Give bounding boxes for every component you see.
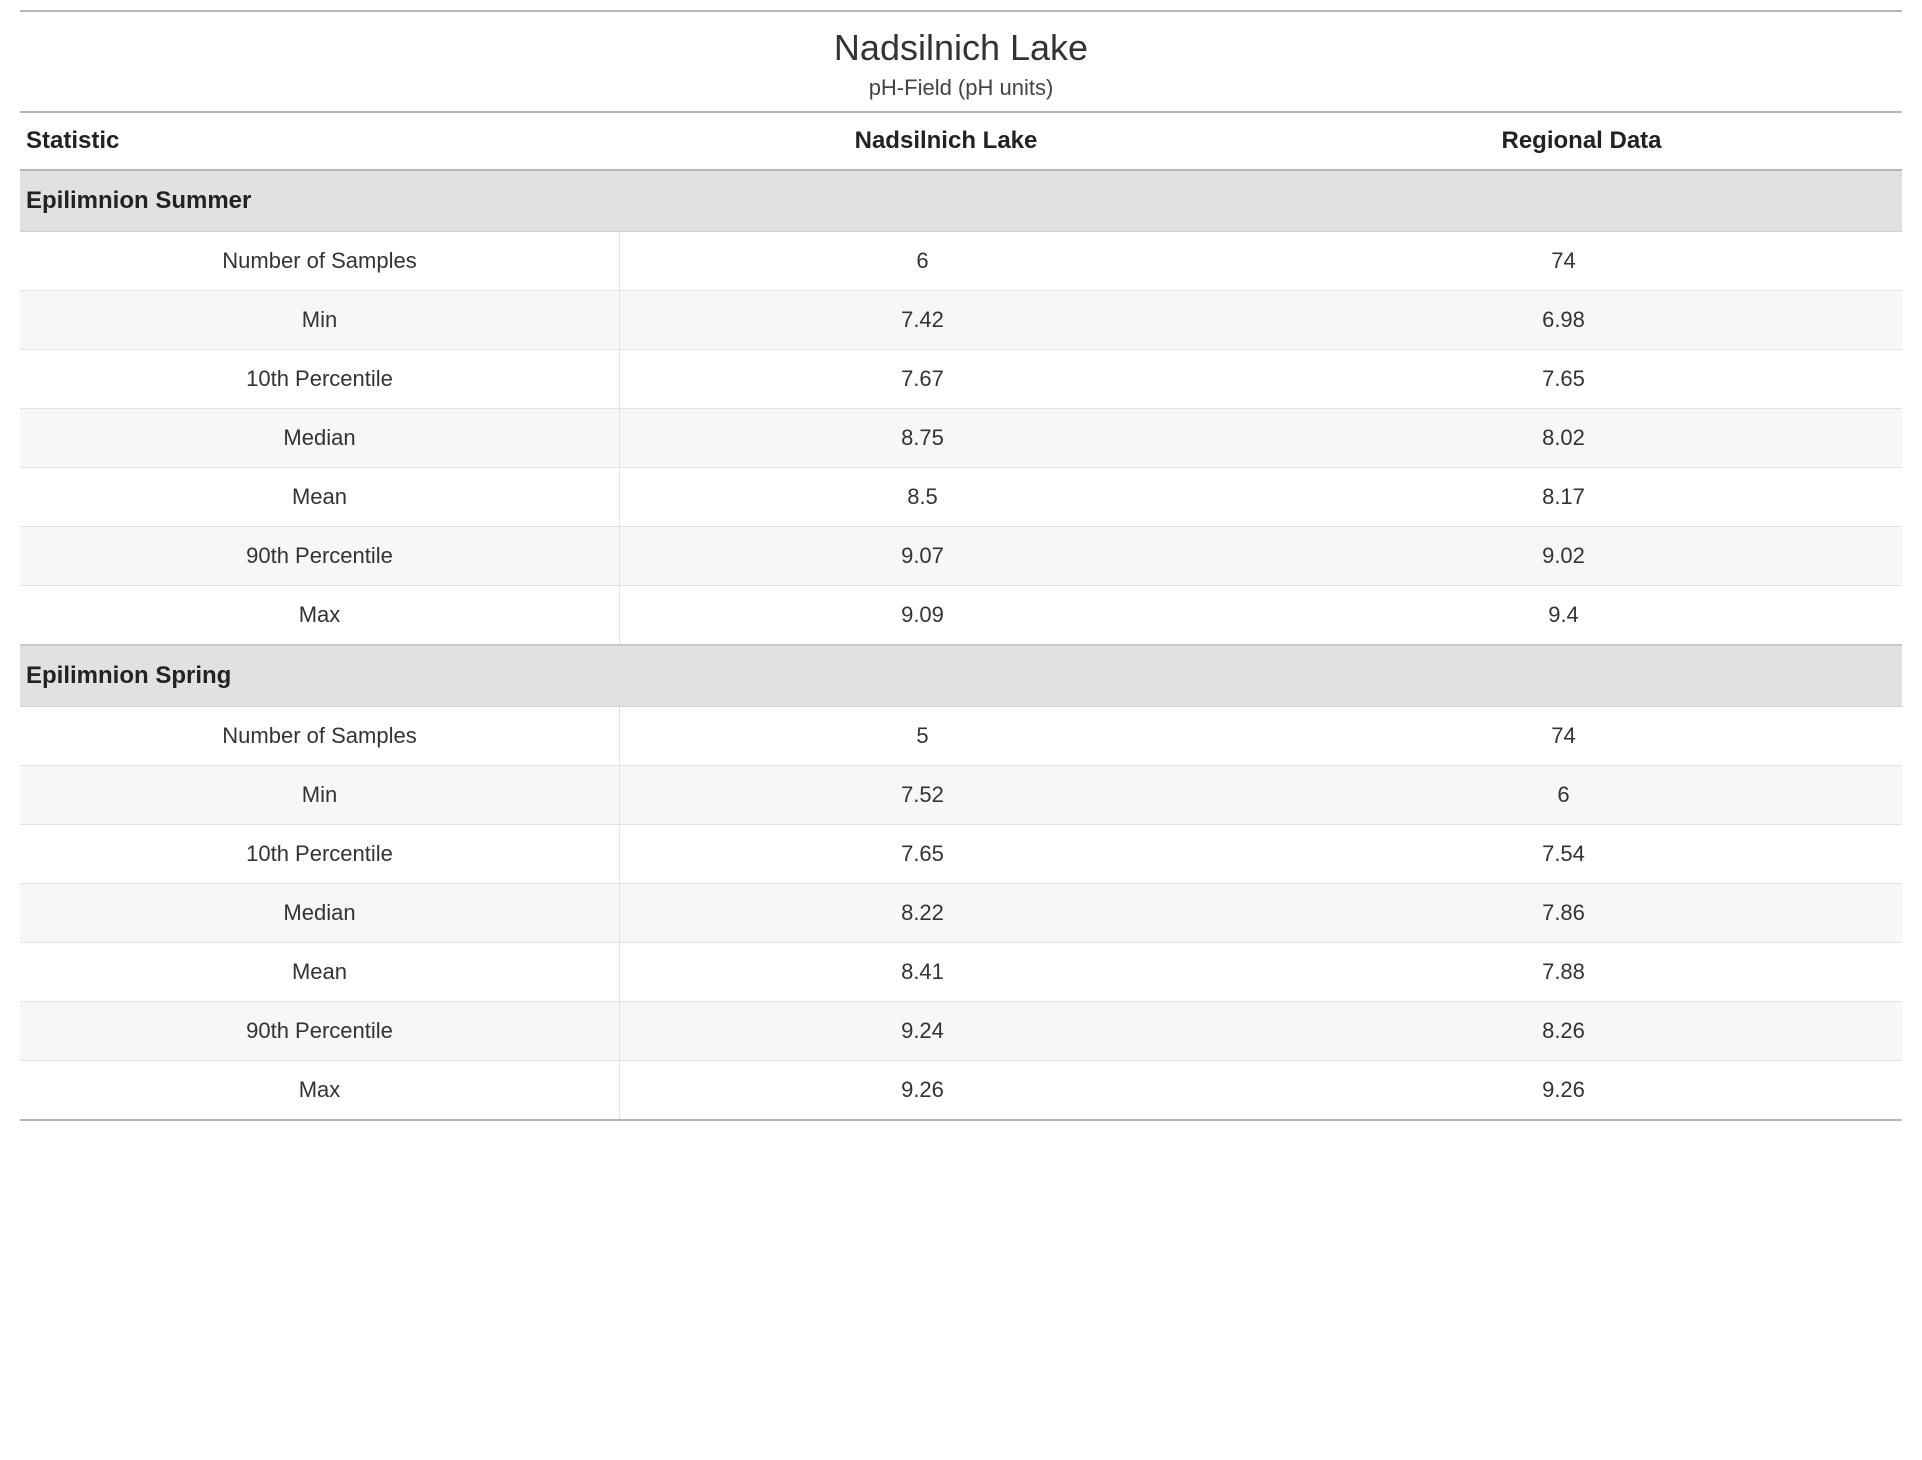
cell-statistic: Min [20, 291, 620, 349]
table-row: Mean 8.41 7.88 [20, 943, 1902, 1002]
cell-lake: 9.26 [620, 1061, 1225, 1119]
cell-regional: 6.98 [1225, 291, 1902, 349]
table-row: 10th Percentile 7.67 7.65 [20, 350, 1902, 409]
cell-lake: 9.24 [620, 1002, 1225, 1060]
cell-regional: 8.26 [1225, 1002, 1902, 1060]
col-header-lake: Nadsilnich Lake [631, 113, 1261, 169]
cell-regional: 7.65 [1225, 350, 1902, 408]
table-row: 90th Percentile 9.07 9.02 [20, 527, 1902, 586]
cell-regional: 7.54 [1225, 825, 1902, 883]
cell-statistic: Max [20, 1061, 620, 1119]
stats-table: Nadsilnich Lake pH-Field (pH units) Stat… [20, 10, 1902, 1121]
cell-statistic: Number of Samples [20, 232, 620, 290]
cell-lake: 6 [620, 232, 1225, 290]
table-title: Nadsilnich Lake [20, 26, 1902, 69]
cell-lake: 9.09 [620, 586, 1225, 644]
cell-regional: 74 [1225, 232, 1902, 290]
cell-regional: 6 [1225, 766, 1902, 824]
table-row: Number of Samples 5 74 [20, 707, 1902, 766]
cell-statistic: Median [20, 884, 620, 942]
cell-statistic: Mean [20, 468, 620, 526]
table-row: Median 8.75 8.02 [20, 409, 1902, 468]
cell-statistic: Number of Samples [20, 707, 620, 765]
cell-lake: 9.07 [620, 527, 1225, 585]
cell-lake: 8.5 [620, 468, 1225, 526]
table-row: Max 9.26 9.26 [20, 1061, 1902, 1119]
cell-statistic: 10th Percentile [20, 825, 620, 883]
col-header-statistic: Statistic [20, 113, 631, 169]
cell-regional: 8.02 [1225, 409, 1902, 467]
cell-lake: 7.42 [620, 291, 1225, 349]
cell-regional: 74 [1225, 707, 1902, 765]
col-header-regional: Regional Data [1261, 113, 1902, 169]
cell-statistic: Mean [20, 943, 620, 1001]
cell-statistic: 10th Percentile [20, 350, 620, 408]
cell-lake: 8.22 [620, 884, 1225, 942]
table-subtitle: pH-Field (pH units) [20, 75, 1902, 101]
cell-statistic: Max [20, 586, 620, 644]
cell-lake: 8.75 [620, 409, 1225, 467]
column-header-row: Statistic Nadsilnich Lake Regional Data [20, 111, 1902, 171]
cell-regional: 9.02 [1225, 527, 1902, 585]
table-row: Min 7.42 6.98 [20, 291, 1902, 350]
table-row: Mean 8.5 8.17 [20, 468, 1902, 527]
cell-regional: 9.4 [1225, 586, 1902, 644]
table-row: Number of Samples 6 74 [20, 232, 1902, 291]
table-row: 90th Percentile 9.24 8.26 [20, 1002, 1902, 1061]
cell-regional: 9.26 [1225, 1061, 1902, 1119]
table-row: Median 8.22 7.86 [20, 884, 1902, 943]
cell-lake: 7.65 [620, 825, 1225, 883]
table-row: 10th Percentile 7.65 7.54 [20, 825, 1902, 884]
cell-statistic: Min [20, 766, 620, 824]
cell-statistic: Median [20, 409, 620, 467]
cell-lake: 8.41 [620, 943, 1225, 1001]
cell-lake: 7.52 [620, 766, 1225, 824]
cell-lake: 5 [620, 707, 1225, 765]
table-row: Max 9.09 9.4 [20, 586, 1902, 646]
section-header: Epilimnion Summer [20, 171, 1902, 232]
cell-statistic: 90th Percentile [20, 527, 620, 585]
cell-regional: 8.17 [1225, 468, 1902, 526]
table-title-block: Nadsilnich Lake pH-Field (pH units) [20, 12, 1902, 111]
cell-regional: 7.86 [1225, 884, 1902, 942]
table-row: Min 7.52 6 [20, 766, 1902, 825]
cell-regional: 7.88 [1225, 943, 1902, 1001]
section-header: Epilimnion Spring [20, 646, 1902, 707]
cell-statistic: 90th Percentile [20, 1002, 620, 1060]
cell-lake: 7.67 [620, 350, 1225, 408]
